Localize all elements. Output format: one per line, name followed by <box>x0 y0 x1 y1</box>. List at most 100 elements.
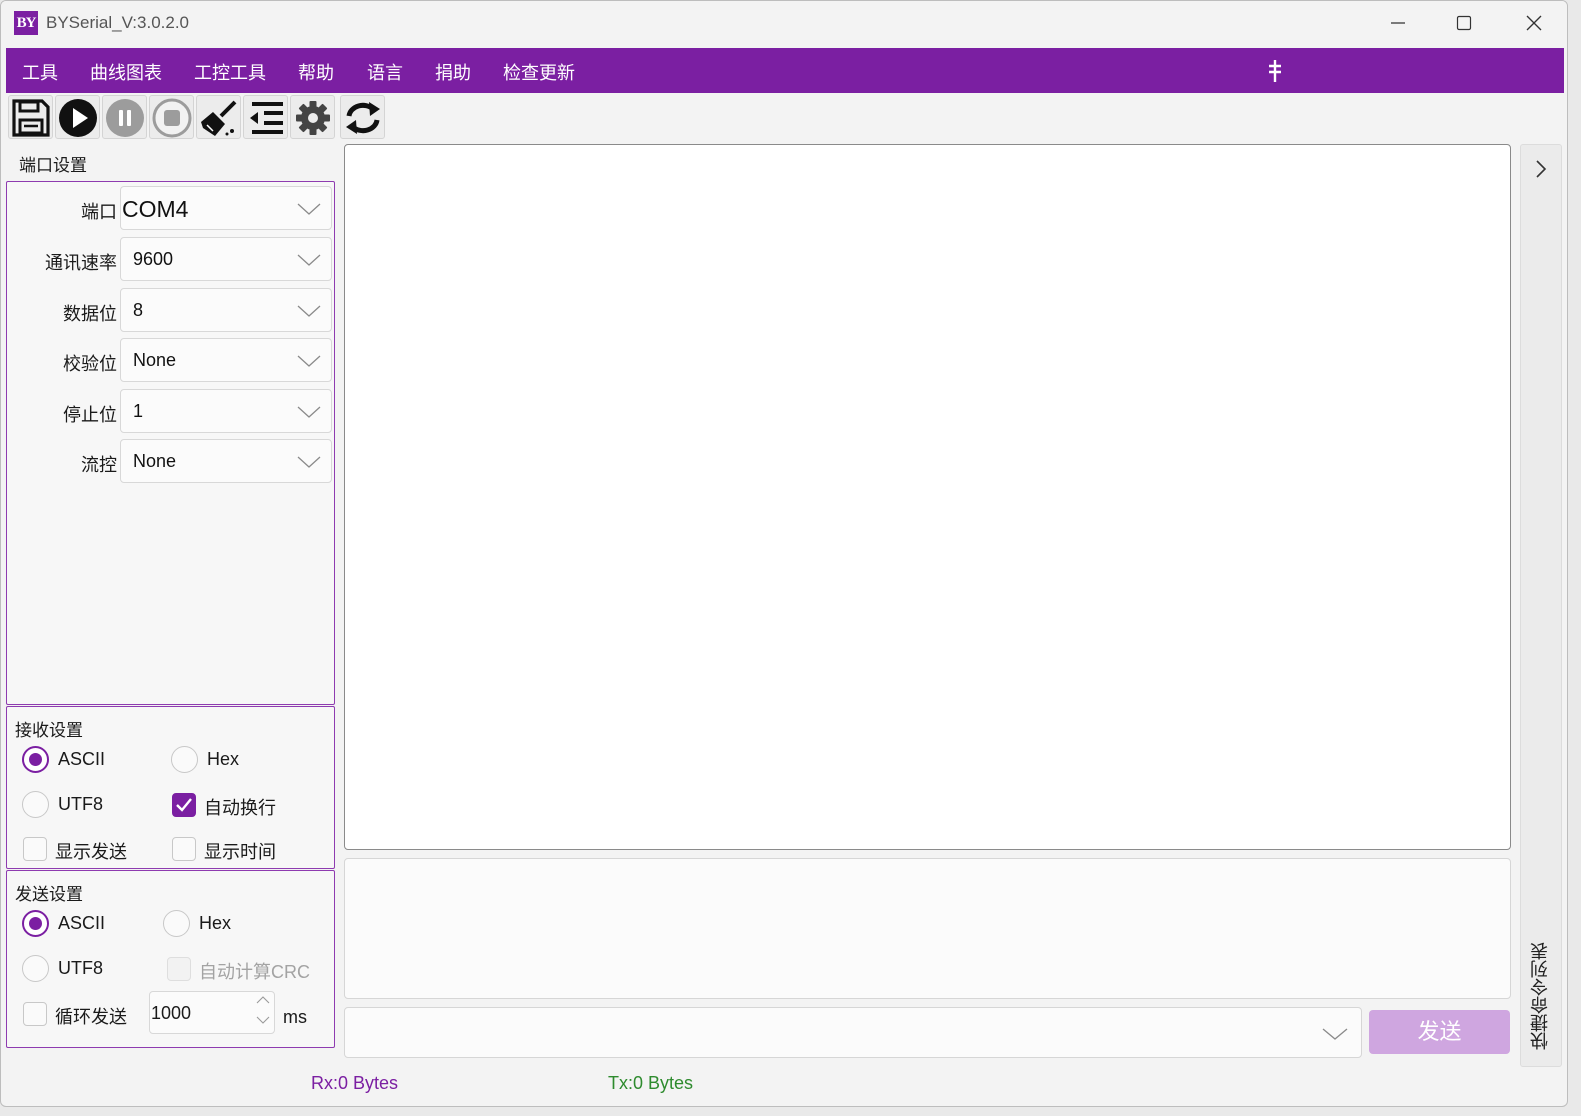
play-icon <box>59 99 97 137</box>
send-button[interactable]: 发送 <box>1369 1010 1510 1054</box>
show-time-label: 显示时间 <box>204 842 276 862</box>
send-history-select[interactable] <box>344 1007 1362 1058</box>
quick-command-panel[interactable]: 快捷命令列表 <box>1520 144 1562 1067</box>
chevron-down-icon <box>297 203 321 215</box>
minimize-button[interactable] <box>1363 1 1433 45</box>
menu-language[interactable]: 语言 <box>367 59 403 85</box>
send-settings-title: 发送设置 <box>15 885 83 904</box>
chevron-down-icon <box>297 305 321 317</box>
menu-check-update[interactable]: 检查更新 <box>503 59 575 85</box>
indent-button[interactable] <box>243 95 288 139</box>
baud-rate-value: 9600 <box>133 249 174 269</box>
loop-interval-value: 1000 <box>151 1003 192 1023</box>
loop-send-label: 循环发送 <box>55 1007 127 1027</box>
rx-count: Rx:0 Bytes <box>311 1073 399 1093</box>
parity-select[interactable]: None <box>120 338 332 382</box>
app-logo: BY <box>14 11 38 35</box>
chevron-right-icon[interactable] <box>1534 159 1548 179</box>
loop-interval-stepper[interactable]: 1000 <box>149 991 275 1034</box>
receive-text-area[interactable] <box>344 144 1511 850</box>
menu-donate[interactable]: 捐助 <box>435 59 471 85</box>
chevron-down-icon <box>1322 1028 1348 1040</box>
stop-button[interactable] <box>149 95 194 139</box>
stepper-up-icon[interactable] <box>256 995 270 1004</box>
port-value: COM4 <box>122 196 189 222</box>
send-settings-group: 发送设置 ASCII Hex UTF8 自动计算CRC 循环发送 1000 ms <box>6 870 335 1048</box>
stop-bits-value: 1 <box>133 401 144 421</box>
send-hex-label: Hex <box>199 913 232 933</box>
menu-help[interactable]: 帮助 <box>298 59 334 85</box>
save-icon <box>12 99 50 137</box>
maximize-icon <box>1456 15 1472 31</box>
checkmark-icon <box>176 798 192 812</box>
auto-wrap-checkbox[interactable] <box>172 793 196 817</box>
loop-send-checkbox[interactable] <box>23 1002 47 1026</box>
auto-crc-label: 自动计算CRC <box>199 962 310 982</box>
stepper-down-icon[interactable] <box>256 1016 270 1025</box>
chevron-down-icon <box>297 456 321 468</box>
parity-label: 校验位 <box>63 354 117 374</box>
send-utf8-label: UTF8 <box>58 958 103 978</box>
settings-button[interactable] <box>290 95 335 139</box>
pause-button[interactable] <box>102 95 147 139</box>
app-window: BY BYSerial_V:3.0.2.0 工具 曲线图表 工控工具 帮助 语言… <box>0 0 1568 1107</box>
receive-ascii-label: ASCII <box>58 749 106 769</box>
send-ascii-radio[interactable] <box>22 910 49 937</box>
flow-control-value: None <box>133 451 177 471</box>
port-select[interactable]: COM4 <box>120 186 332 230</box>
baud-rate-select[interactable]: 9600 <box>120 237 332 281</box>
receive-hex-radio[interactable] <box>171 746 198 773</box>
close-button[interactable] <box>1499 1 1567 45</box>
chevron-down-icon <box>297 254 321 266</box>
save-button[interactable] <box>8 95 53 139</box>
port-settings-title: 端口设置 <box>19 156 87 175</box>
flow-control-select[interactable]: None <box>120 439 332 483</box>
quick-command-list-label: 快捷命令列表 <box>1530 942 1550 1050</box>
refresh-icon <box>346 102 380 134</box>
show-send-label: 显示发送 <box>55 842 127 862</box>
chevron-down-icon <box>297 406 321 418</box>
clear-button[interactable] <box>196 95 241 139</box>
pin-icon[interactable] <box>1268 59 1282 83</box>
send-hex-radio[interactable] <box>163 910 190 937</box>
menu-curve-chart[interactable]: 曲线图表 <box>90 59 162 85</box>
flow-control-label: 流控 <box>81 455 117 475</box>
minimize-icon <box>1391 22 1405 24</box>
close-icon <box>1526 15 1542 31</box>
show-send-checkbox[interactable] <box>23 837 47 861</box>
menu-tools[interactable]: 工具 <box>22 59 58 85</box>
receive-utf8-label: UTF8 <box>58 794 103 814</box>
stop-icon <box>152 98 192 138</box>
stop-bits-select[interactable]: 1 <box>120 389 332 433</box>
baud-rate-label: 通讯速率 <box>45 253 117 273</box>
chevron-down-icon <box>297 355 321 367</box>
refresh-button[interactable] <box>340 95 385 139</box>
title-bar: BY BYSerial_V:3.0.2.0 <box>1 1 1567 47</box>
receive-utf8-radio[interactable] <box>22 791 49 818</box>
window-title: BYSerial_V:3.0.2.0 <box>46 13 190 32</box>
menu-bar: 工具 曲线图表 工控工具 帮助 语言 捐助 检查更新 <box>6 48 1564 93</box>
parity-value: None <box>133 350 177 370</box>
start-button[interactable] <box>55 95 100 139</box>
send-text-area[interactable] <box>344 858 1511 999</box>
data-bits-select[interactable]: 8 <box>120 288 332 332</box>
receive-ascii-radio[interactable] <box>22 746 49 773</box>
data-bits-value: 8 <box>133 300 144 320</box>
port-label: 端口 <box>81 202 117 222</box>
broom-icon <box>201 100 237 136</box>
maximize-button[interactable] <box>1429 1 1499 45</box>
tx-count: Tx:0 Bytes <box>608 1073 694 1093</box>
auto-wrap-label: 自动换行 <box>204 798 276 818</box>
interval-unit-label: ms <box>283 1007 307 1027</box>
port-settings-group: 端口 COM4 通讯速率 9600 数据位 8 校验位 None 停止位 1 流… <box>6 181 335 705</box>
gear-icon <box>296 101 330 135</box>
pause-icon <box>106 99 144 137</box>
receive-settings-title: 接收设置 <box>15 721 83 740</box>
send-utf8-radio[interactable] <box>22 955 49 982</box>
data-bits-label: 数据位 <box>63 304 117 324</box>
auto-crc-checkbox[interactable] <box>167 957 191 981</box>
menu-industrial-tools[interactable]: 工控工具 <box>194 59 266 85</box>
indent-icon <box>250 102 283 134</box>
show-time-checkbox[interactable] <box>172 837 196 861</box>
stop-bits-label: 停止位 <box>63 405 117 425</box>
